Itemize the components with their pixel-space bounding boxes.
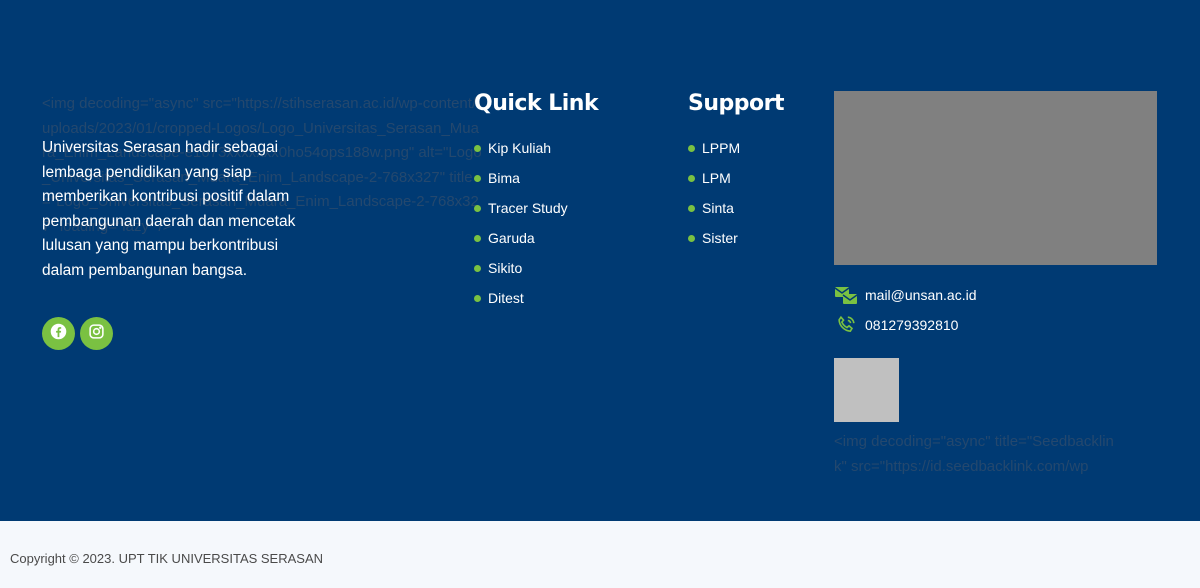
- seedbacklink-badge[interactable]: [834, 358, 899, 422]
- bullet-icon: [474, 234, 481, 242]
- bullet-icon: [474, 144, 481, 152]
- bullet-icon: [688, 204, 695, 212]
- quick-link-item[interactable]: Garuda: [474, 223, 568, 253]
- facebook-icon: [50, 323, 67, 345]
- support-item[interactable]: Sister: [688, 223, 740, 253]
- phone-text: 081279392810: [865, 317, 959, 333]
- email-text: mail@unsan.ac.id: [865, 287, 977, 303]
- bullet-icon: [474, 204, 481, 212]
- facebook-button[interactable]: [42, 317, 75, 350]
- social-links: [42, 317, 113, 350]
- quick-link-heading: Quick Link: [474, 91, 599, 116]
- quick-link-item[interactable]: Kip Kuliah: [474, 133, 568, 163]
- support-item[interactable]: Sinta: [688, 193, 740, 223]
- bullet-icon: [474, 174, 481, 182]
- badge-alt-text: <img decoding="async" title="Seedbacklin…: [834, 433, 1114, 475]
- instagram-button[interactable]: [80, 317, 113, 350]
- instagram-icon: [88, 323, 105, 345]
- email-icon: [834, 284, 858, 306]
- site-footer: <img decoding="async" src="https://stihs…: [0, 0, 1200, 521]
- email-contact[interactable]: mail@unsan.ac.id: [834, 284, 977, 306]
- bullet-icon: [688, 234, 695, 242]
- support-list: LPPM LPM Sinta Sister: [688, 133, 740, 253]
- bullet-icon: [474, 294, 481, 302]
- phone-icon: [834, 314, 858, 336]
- support-heading: Support: [688, 91, 784, 116]
- support-item[interactable]: LPPM: [688, 133, 740, 163]
- support-item[interactable]: LPM: [688, 163, 740, 193]
- phone-contact[interactable]: 081279392810: [834, 314, 958, 336]
- bullet-icon: [688, 174, 695, 182]
- quick-link-item[interactable]: Tracer Study: [474, 193, 568, 223]
- about-description: Universitas Serasan hadir sebagai lembag…: [42, 139, 296, 279]
- bullet-icon: [474, 264, 481, 272]
- quick-link-item[interactable]: Ditest: [474, 283, 568, 313]
- quick-link-item[interactable]: Sikito: [474, 253, 568, 283]
- quick-link-item[interactable]: Bima: [474, 163, 568, 193]
- bullet-icon: [688, 144, 695, 152]
- copyright-text: Copyright © 2023. UPT TIK UNIVERSITAS SE…: [10, 551, 324, 566]
- map-embed[interactable]: [834, 91, 1157, 265]
- quick-link-list: Kip Kuliah Bima Tracer Study Garuda Siki…: [474, 133, 568, 313]
